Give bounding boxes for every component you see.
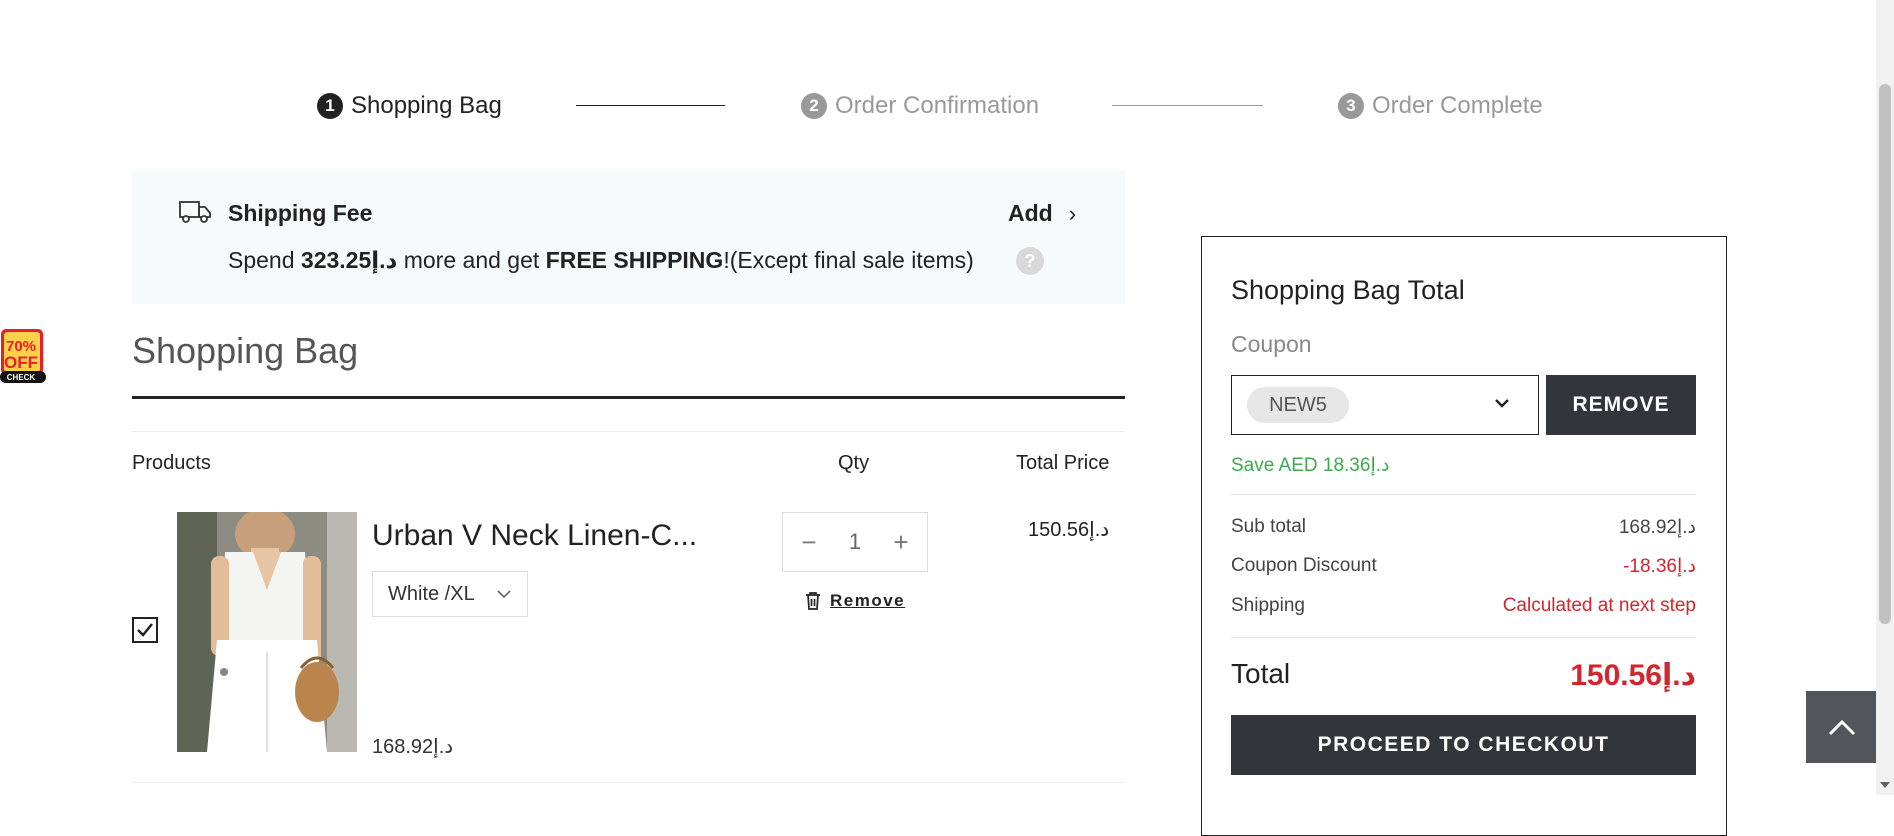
remove-coupon-button[interactable]: REMOVE — [1546, 375, 1696, 435]
divider — [1231, 494, 1696, 495]
scroll-down-arrow-icon[interactable] — [1880, 782, 1890, 788]
truck-icon — [179, 201, 211, 223]
column-header-products: Products — [132, 452, 211, 474]
coupon-label: Coupon — [1231, 331, 1312, 357]
quantity-stepper: − 1 + — [782, 512, 928, 572]
shipping-label: Shipping — [1231, 595, 1305, 616]
summary-title: Shopping Bag Total — [1231, 275, 1465, 305]
divider — [132, 782, 1125, 783]
promo-badge-icon[interactable]: 70% OFF CHECK — [0, 328, 46, 384]
help-icon[interactable]: ? — [1016, 247, 1044, 275]
step-order-complete: 3 Order Complete — [1338, 92, 1543, 120]
chevron-down-icon — [497, 586, 511, 602]
chevron-right-icon: › — [1068, 200, 1077, 226]
line-total-price: 150.56د.إ — [1028, 519, 1110, 541]
step-connector — [576, 105, 725, 106]
proceed-to-checkout-button[interactable]: PROCEED TO CHECKOUT — [1231, 715, 1696, 775]
shipping-fee-title: Shipping Fee — [228, 200, 373, 226]
badge-line2: OFF — [4, 353, 38, 372]
shipping-add-label: Add — [1008, 200, 1053, 226]
ship-text-prefix: Spend — [228, 247, 301, 273]
coupon-discount-value: -18.36د.إ — [1623, 556, 1696, 577]
total-value: 150.56د.إ — [1570, 659, 1696, 692]
step-label: Order Complete — [1372, 92, 1543, 119]
bag-title: Shopping Bag — [132, 330, 359, 371]
badge-line3: CHECK — [7, 373, 36, 382]
chevron-down-icon[interactable] — [1494, 393, 1510, 414]
ship-amount: 323.25د.إ — [300, 247, 398, 273]
step-label: Shopping Bag — [351, 92, 502, 119]
product-name[interactable]: Urban V Neck Linen-C... — [372, 519, 712, 553]
coupon-code-chip: NEW5 — [1247, 387, 1349, 423]
chevron-up-icon — [1828, 719, 1856, 736]
variant-value: White /XL — [388, 582, 475, 605]
column-header-qty: Qty — [838, 452, 870, 474]
coupon-savings-text: Save AED 18.36د.إ — [1231, 455, 1390, 476]
remove-item-link[interactable]: Remove — [804, 591, 905, 611]
variant-select[interactable]: White /XL — [372, 571, 528, 617]
coupon-discount-label: Coupon Discount — [1231, 555, 1377, 576]
free-shipping-message: Spend 323.25د.إ more and get FREE SHIPPI… — [228, 247, 974, 274]
subtotal-label: Sub total — [1231, 516, 1306, 537]
check-icon — [137, 623, 153, 637]
shipping-value: Calculated at next step — [1502, 595, 1696, 616]
step-connector — [1112, 105, 1263, 106]
step-order-confirmation: 2 Order Confirmation — [801, 92, 1039, 120]
step-label: Order Confirmation — [835, 92, 1040, 119]
step-number: 1 — [317, 93, 343, 119]
item-select-checkbox[interactable] — [132, 617, 158, 643]
trash-icon — [806, 592, 820, 610]
ship-text-middle: more and get — [397, 247, 546, 273]
column-header-total: Total Price — [1016, 452, 1110, 474]
shipping-add-link[interactable]: Add › — [1008, 200, 1076, 227]
divider — [1231, 637, 1696, 638]
remove-label: Remove — [830, 591, 906, 610]
ship-text-suffix: !(Except final sale items) — [723, 247, 974, 273]
total-label: Total — [1231, 658, 1291, 689]
scroll-to-top-button[interactable] — [1806, 691, 1878, 763]
increment-button[interactable]: + — [887, 527, 915, 558]
step-number: 3 — [1338, 93, 1364, 119]
product-image[interactable] — [177, 512, 357, 752]
step-shopping-bag: 1 Shopping Bag — [317, 92, 502, 120]
decrement-button[interactable]: − — [795, 527, 823, 558]
original-price: 168.92د.إ — [372, 736, 454, 758]
quantity-value[interactable]: 1 — [849, 529, 861, 555]
shipping-banner — [132, 170, 1125, 304]
subtotal-value: 168.92د.إ — [1618, 517, 1696, 538]
divider — [132, 396, 1125, 399]
scrollbar-thumb[interactable] — [1879, 84, 1891, 624]
divider — [132, 431, 1125, 432]
free-shipping-label: FREE SHIPPING — [545, 247, 724, 273]
step-number: 2 — [801, 93, 827, 119]
